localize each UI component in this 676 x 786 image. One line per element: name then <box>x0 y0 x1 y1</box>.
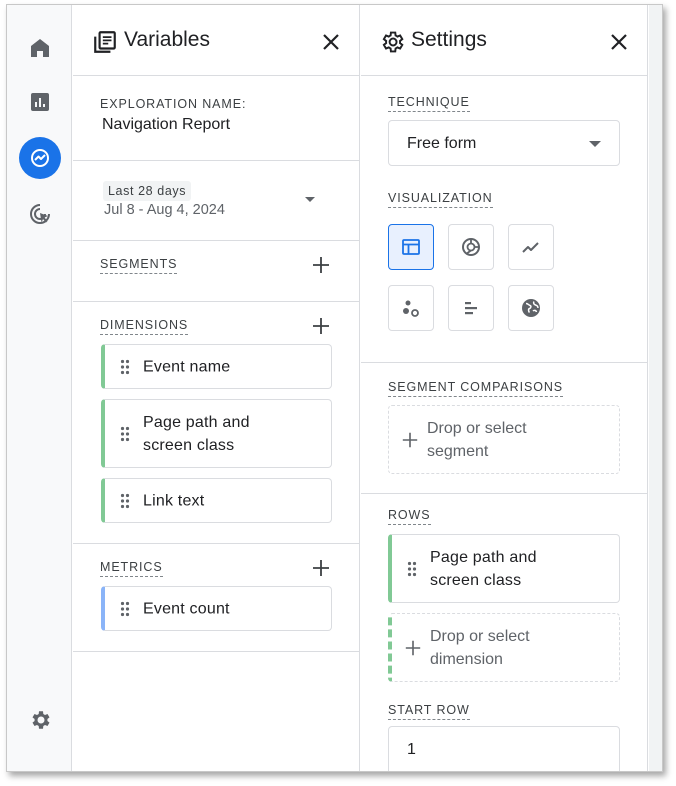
exploration-name-field[interactable]: Navigation Report <box>102 116 230 134</box>
date-dropdown-icon[interactable] <box>305 197 315 202</box>
technique-label: TECHNIQUE <box>388 95 470 112</box>
variables-header: Variables <box>73 5 359 76</box>
dimension-dropzone[interactable]: Drop or select dimension <box>388 613 620 682</box>
add-dimension-icon[interactable] <box>311 316 331 336</box>
dimension-chip-label: Link text <box>143 492 205 509</box>
dimension-chip[interactable]: Link text <box>101 478 332 523</box>
nav-advertising-button[interactable] <box>19 193 61 235</box>
viz-line-button[interactable] <box>508 224 554 270</box>
add-segment-icon[interactable] <box>311 255 331 275</box>
bar-chart-icon <box>31 93 49 111</box>
drag-handle-icon[interactable] <box>120 359 130 375</box>
app-window: Variables EXPLORATION NAME: Navigation R… <box>6 4 663 772</box>
date-preset-badge: Last 28 days <box>103 181 192 201</box>
nav-home-button[interactable] <box>19 27 61 69</box>
viz-geo-button[interactable] <box>508 285 554 331</box>
row-dimension-label: Page path and screen class <box>430 548 537 589</box>
home-icon <box>31 39 49 57</box>
visualization-label: VISUALIZATION <box>388 191 493 208</box>
drag-handle-icon[interactable] <box>120 601 130 617</box>
close-settings-icon[interactable] <box>607 30 631 54</box>
nav-explore-button[interactable] <box>19 137 61 179</box>
close-variables-icon[interactable] <box>319 30 343 54</box>
dimension-chip-label: Event name <box>143 358 231 375</box>
globe-icon <box>522 299 540 317</box>
settings-title: Settings <box>411 28 487 51</box>
gear-icon <box>382 31 404 53</box>
gear-icon <box>32 711 50 729</box>
explore-icon <box>31 149 49 167</box>
metrics-label: METRICS <box>100 560 163 577</box>
date-range-section[interactable] <box>73 161 359 241</box>
scatter-plot-icon <box>403 300 419 317</box>
plus-icon <box>402 432 418 447</box>
dimension-chip[interactable]: Event name <box>101 344 332 389</box>
dimension-chip[interactable]: Page path and screen class <box>101 399 332 468</box>
bar-chart-horizontal-icon <box>465 302 477 315</box>
table-icon <box>402 239 420 255</box>
metric-chip[interactable]: Event count <box>101 586 332 631</box>
nav-admin-settings-button[interactable] <box>19 699 61 741</box>
start-row-label: START ROW <box>388 703 470 720</box>
cursor-target-icon <box>30 204 50 224</box>
settings-panel: Settings TECHNIQUE Free form VISUALIZATI… <box>361 5 648 771</box>
segments-label: SEGMENTS <box>100 257 178 274</box>
line-chart-icon <box>522 242 539 253</box>
variables-list-icon <box>94 31 116 53</box>
segment-dropzone[interactable]: Drop or select segment <box>388 405 620 474</box>
technique-value: Free form <box>407 135 477 152</box>
technique-select[interactable]: Free form <box>388 120 620 166</box>
exploration-name-label: EXPLORATION NAME: <box>100 97 247 111</box>
start-row-input[interactable]: 1 <box>388 726 620 771</box>
start-row-value: 1 <box>407 741 416 758</box>
plus-icon <box>405 640 421 655</box>
donut-chart-icon <box>462 238 480 256</box>
dimension-chip-label: Page path and screen class <box>143 413 250 454</box>
variables-title: Variables <box>124 28 210 51</box>
left-nav-rail <box>7 5 72 771</box>
add-metric-icon[interactable] <box>311 558 331 578</box>
variables-panel: Variables EXPLORATION NAME: Navigation R… <box>73 5 360 771</box>
viz-bar-button[interactable] <box>448 285 494 331</box>
date-range-text: Jul 8 - Aug 4, 2024 <box>104 202 225 218</box>
row-dimension-chip[interactable]: Page path and screen class <box>388 534 620 603</box>
segment-dropzone-text: Drop or select segment <box>427 419 527 460</box>
viz-scatter-button[interactable] <box>388 285 434 331</box>
metric-chip-label: Event count <box>143 600 230 617</box>
settings-header: Settings <box>361 5 647 76</box>
dimension-dropzone-text: Drop or select dimension <box>430 627 530 668</box>
chevron-down-icon <box>589 141 601 147</box>
drag-handle-icon[interactable] <box>407 561 417 577</box>
canvas-edge <box>649 5 662 771</box>
dimensions-label: DIMENSIONS <box>100 318 189 335</box>
drag-handle-icon[interactable] <box>120 493 130 509</box>
viz-table-button[interactable] <box>388 224 434 270</box>
nav-reports-button[interactable] <box>19 81 61 123</box>
viz-donut-button[interactable] <box>448 224 494 270</box>
rows-label: ROWS <box>388 508 431 525</box>
segment-comparisons-label: SEGMENT COMPARISONS <box>388 380 563 397</box>
drag-handle-icon[interactable] <box>120 426 130 442</box>
